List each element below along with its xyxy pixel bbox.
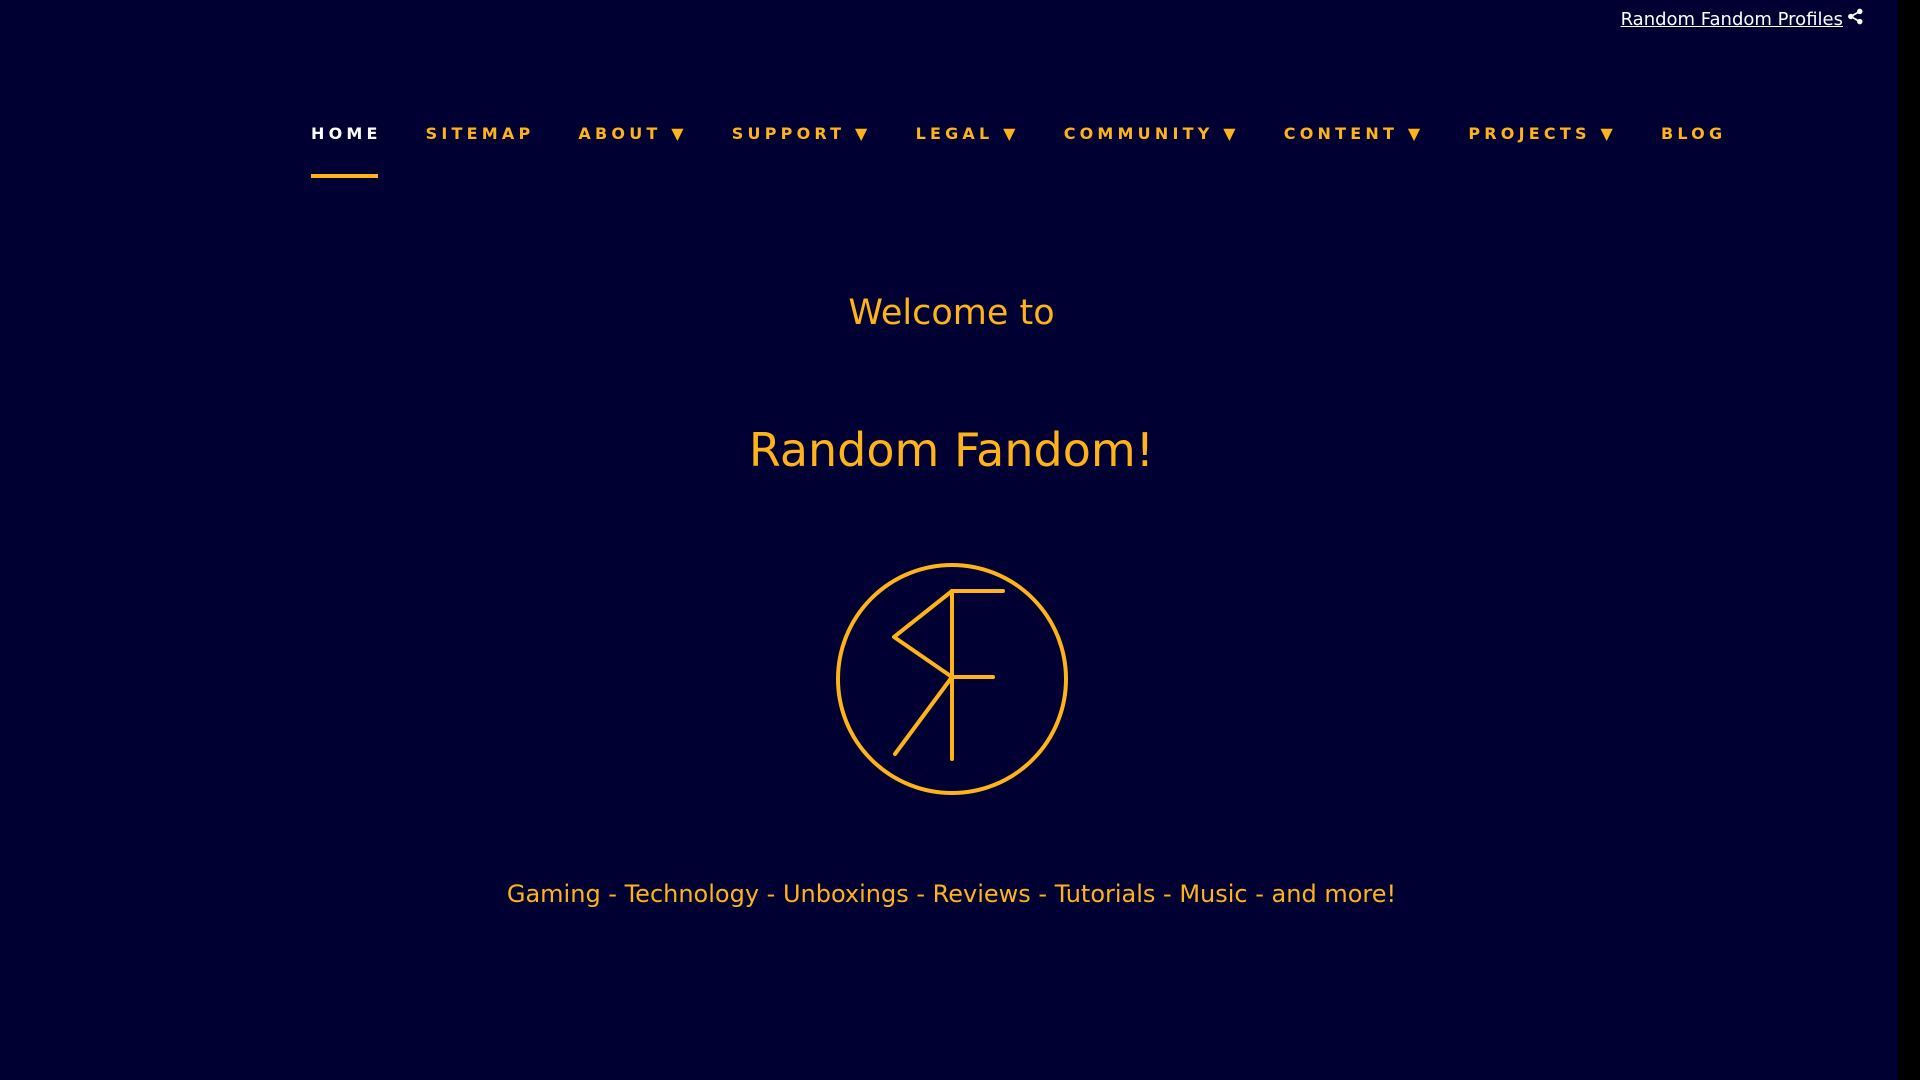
nav-item-support[interactable]: SUPPORT ▼ bbox=[732, 120, 872, 148]
nav-item-label: COMMUNITY ▼ bbox=[1063, 124, 1240, 143]
nav-item-content[interactable]: CONTENT ▼ bbox=[1284, 120, 1425, 148]
profiles-link-label: Random Fandom Profiles bbox=[1620, 8, 1843, 30]
profiles-link[interactable]: Random Fandom Profiles bbox=[1621, 8, 1864, 30]
active-tab-underline bbox=[311, 174, 378, 178]
share-icon bbox=[1847, 8, 1864, 30]
nav-item-label: ABOUT ▼ bbox=[578, 124, 688, 143]
nav-item-label: LEGAL ▼ bbox=[915, 124, 1020, 143]
nav-item-legal[interactable]: LEGAL ▼ bbox=[916, 120, 1020, 148]
nav-item-community[interactable]: COMMUNITY ▼ bbox=[1064, 120, 1240, 148]
nav-item-label: SUPPORT ▼ bbox=[731, 124, 872, 143]
scrollbar[interactable] bbox=[1898, 0, 1920, 1080]
nav-item-projects[interactable]: PROJECTS ▼ bbox=[1468, 120, 1617, 148]
nav-item-label: HOME bbox=[311, 124, 382, 143]
welcome-heading: Welcome to bbox=[848, 293, 1055, 333]
site-title: Random Fandom! bbox=[748, 423, 1155, 477]
nav-item-blog[interactable]: BLOG bbox=[1661, 120, 1726, 148]
tagline: Gaming - Technology - Unboxings - Review… bbox=[506, 880, 1397, 908]
rf-logo bbox=[836, 563, 1068, 795]
nav-item-sitemap[interactable]: SITEMAP bbox=[426, 120, 535, 148]
nav-item-label: CONTENT ▼ bbox=[1283, 124, 1425, 143]
nav-item-label: PROJECTS ▼ bbox=[1468, 124, 1617, 143]
nav-item-about[interactable]: ABOUT ▼ bbox=[578, 120, 687, 148]
nav-item-label: BLOG bbox=[1660, 124, 1727, 143]
main-navigation: HOME SITEMAP ABOUT ▼ SUPPORT ▼ LEGAL ▼ C… bbox=[311, 120, 1770, 180]
nav-item-home[interactable]: HOME bbox=[311, 120, 382, 178]
nav-item-label: SITEMAP bbox=[425, 124, 535, 143]
page-background: Random Fandom Profiles HOME SITEMAP ABOU… bbox=[0, 0, 1898, 1080]
